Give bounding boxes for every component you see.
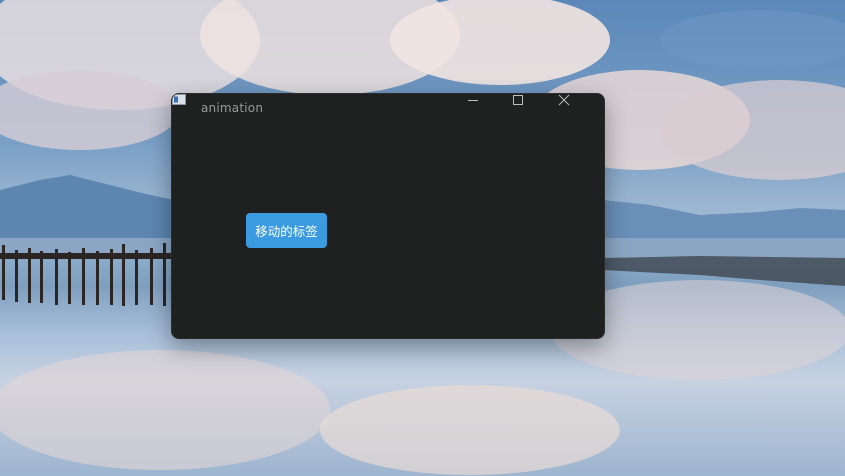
title-bar[interactable]: animation <box>172 94 604 122</box>
minimize-icon <box>468 100 478 101</box>
maximize-icon <box>513 95 523 105</box>
desktop-wallpaper: animation 移动的标签 <box>0 0 845 476</box>
app-window-icon <box>172 94 186 105</box>
maximize-button[interactable] <box>512 94 558 122</box>
minimize-button[interactable] <box>467 94 513 122</box>
moving-label: 移动的标签 <box>246 213 327 248</box>
app-window: animation 移动的标签 <box>171 93 605 339</box>
close-icon <box>558 94 570 106</box>
close-button[interactable] <box>558 94 604 122</box>
window-title: animation <box>201 101 264 115</box>
